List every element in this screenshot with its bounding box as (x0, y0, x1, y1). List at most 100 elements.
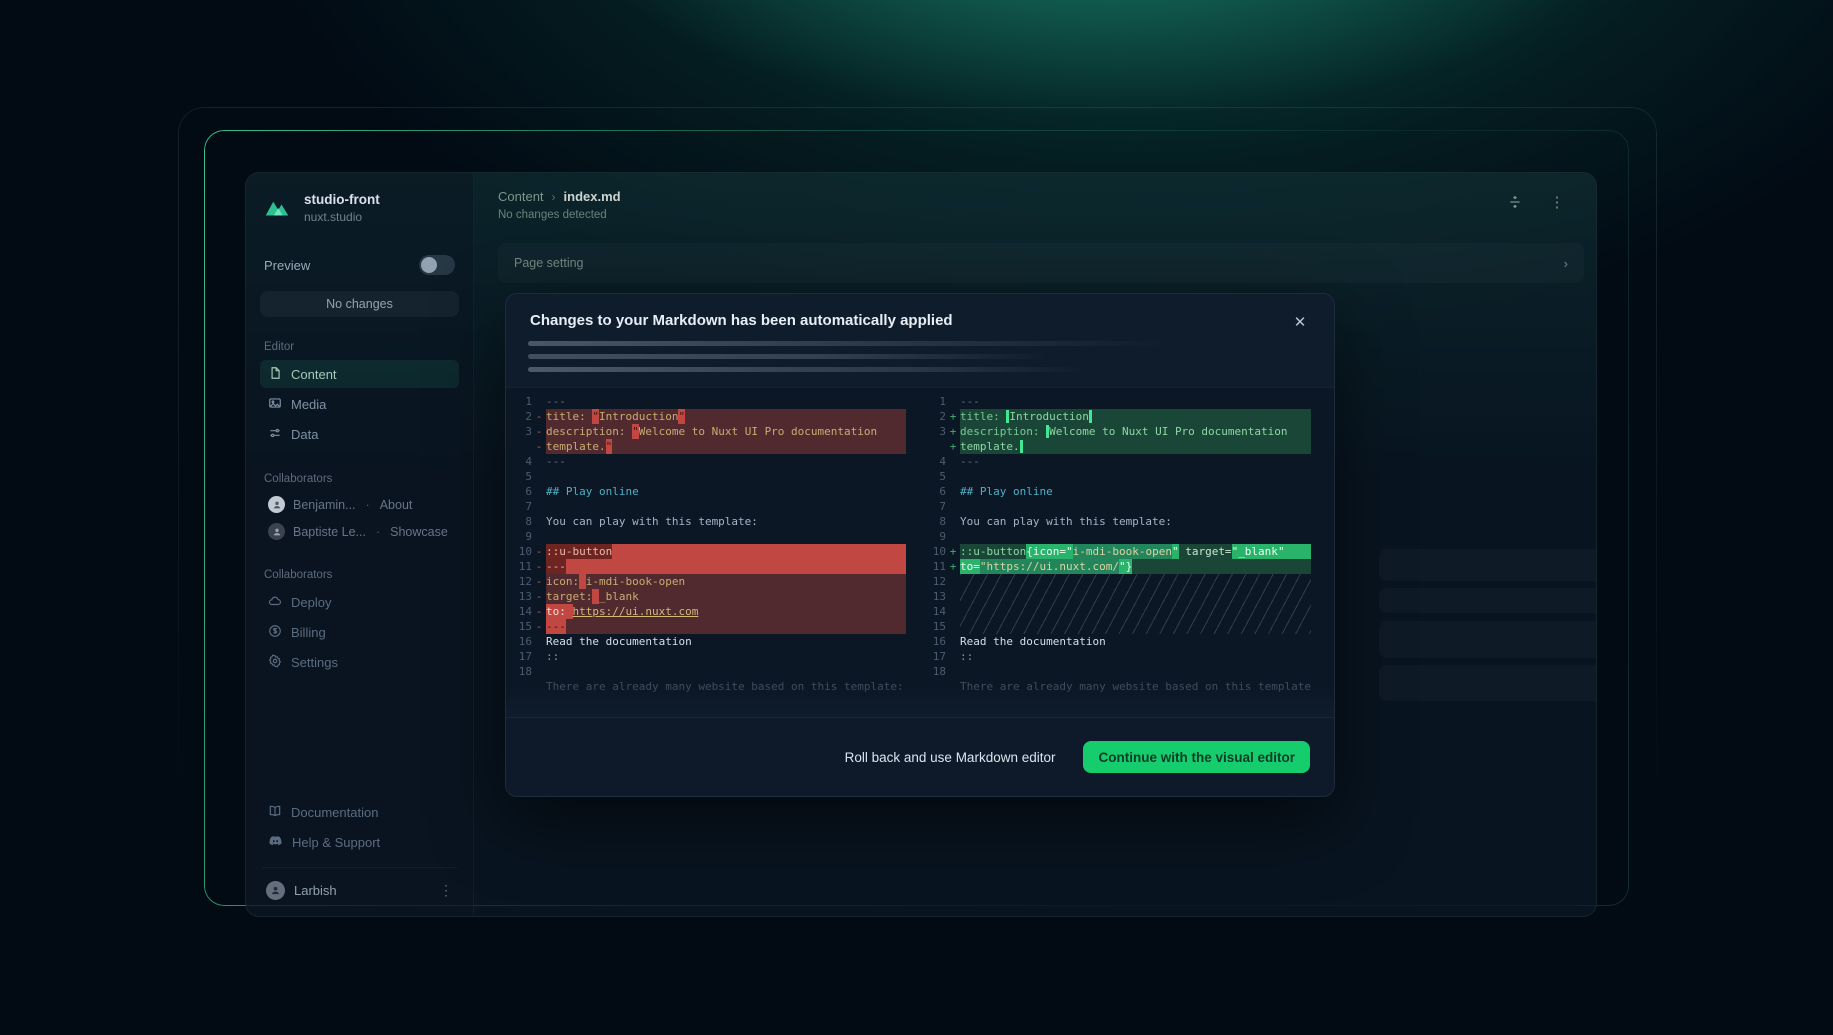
diff-segment: Introduction (1009, 409, 1088, 424)
diff-row: 16Read the documentation (920, 634, 1311, 649)
diff-row: 12131415 (920, 574, 1311, 634)
continue-visual-editor-button[interactable]: Continue with the visual editor (1083, 741, 1310, 773)
diff-segment: i-mdi-book-open (586, 574, 685, 589)
modal-footer: Roll back and use Markdown editor Contin… (506, 717, 1334, 796)
diff-segment: --- (546, 394, 566, 409)
preview-toggle[interactable] (419, 255, 455, 275)
markdown-changes-modal: Changes to your Markdown has been automa… (505, 293, 1335, 797)
breadcrumb-file: index.md (564, 189, 621, 204)
diff-segment: --- (960, 394, 980, 409)
no-changes-button[interactable]: No changes (260, 291, 459, 317)
sidebar-item-media[interactable]: Media (260, 390, 459, 418)
collaborators-section-label: Collaborators (264, 473, 455, 485)
collaborator-row[interactable]: Baptiste Le... · Showcase (260, 518, 459, 545)
diff-segment: {icon= (1026, 544, 1066, 559)
diff-row: 9 (506, 529, 906, 544)
diff-row: -template." (506, 439, 906, 454)
preview-label: Preview (264, 258, 310, 273)
diff-row: 3-description: "Welcome to Nuxt UI Pro d… (506, 424, 906, 439)
collaborator-page: Showcase (390, 525, 448, 539)
gear-icon (268, 654, 282, 671)
diff-row: 11+to="https://ui.nuxt.com/"} (920, 559, 1311, 574)
diff-segment: Read the documentation (960, 634, 1106, 649)
diff-pane-right: 1---2+title: Introduction3+description: … (920, 394, 1334, 694)
project-header[interactable]: studio-front nuxt.studio (260, 191, 459, 225)
change-status: No changes detected (474, 204, 1596, 221)
diff-view: 1---2-title: "Introduction"3-description… (506, 387, 1334, 717)
diff-segment (1285, 544, 1311, 559)
diff-row: 10-::u-button (506, 544, 906, 559)
diff-segment: --- (546, 454, 566, 469)
diff-row: 14-to: https://ui.nuxt.com (506, 604, 906, 619)
collaborator-name: Baptiste Le... (293, 525, 366, 539)
image-icon (268, 396, 282, 413)
diff-row: 6## Play online (920, 484, 1311, 499)
diff-segment (625, 424, 632, 439)
diff-segment: i-mdi-book-open (1073, 544, 1172, 559)
breadcrumb-section[interactable]: Content (498, 189, 544, 204)
diff-row: 6## Play online (506, 484, 906, 499)
screen: studio-front nuxt.studio Preview No chan… (0, 0, 1833, 1035)
sidebar-item-documentation[interactable]: Documentation (260, 798, 459, 826)
background-form-row (1379, 549, 1597, 581)
diff-segment (1020, 440, 1023, 453)
diff-segment: ::u-button (546, 544, 612, 559)
diff-row: 9 (920, 529, 1311, 544)
diff-segment: target: (546, 589, 592, 604)
sidebar-item-content[interactable]: Content (260, 360, 459, 388)
dollar-circle-icon (268, 624, 282, 641)
sidebar-item-label: Billing (291, 625, 326, 640)
diff-segment: description: (960, 424, 1039, 439)
user-menu[interactable]: Larbish ⋮ (260, 876, 459, 904)
diff-segment: " (606, 439, 613, 454)
diff-segment: title: (960, 409, 1000, 424)
skeleton-line (528, 367, 1084, 372)
collapse-icon[interactable] (1506, 193, 1524, 211)
background-form-row (1379, 621, 1597, 658)
sidebar-item-billing[interactable]: Billing (260, 618, 459, 646)
diff-segment: "} (1119, 559, 1132, 574)
user-kebab-icon[interactable]: ⋮ (439, 882, 453, 899)
rollback-button[interactable]: Roll back and use Markdown editor (845, 750, 1056, 765)
collaborator-row[interactable]: Benjamin... · About (260, 491, 459, 518)
close-icon[interactable]: ✕ (1290, 312, 1310, 332)
diff-segment (1039, 424, 1046, 439)
diff-segment: target= (1179, 544, 1232, 559)
skeleton-line (528, 354, 1048, 359)
diff-row: 4--- (920, 454, 1311, 469)
background-form-row (1379, 588, 1597, 613)
diff-row: 10+::u-button{icon="i-mdi-book-open" tar… (920, 544, 1311, 559)
diff-segment: to= (960, 559, 980, 574)
diff-segment: _blank (599, 589, 639, 604)
diff-row: 17:: (920, 649, 1311, 664)
diff-segment: ## Play online (546, 484, 639, 499)
diff-row: 12-icon: i-mdi-book-open (506, 574, 906, 589)
project-section-label: Collaborators (264, 569, 455, 581)
diff-segment: _blank (1238, 544, 1278, 559)
skeleton-line (528, 341, 1168, 346)
diff-segment: :: (546, 649, 559, 664)
diff-row: 15---- (506, 619, 906, 634)
diff-segment: title: (546, 409, 586, 424)
kebab-menu-icon[interactable]: ⋮ (1548, 193, 1566, 211)
diff-segment: description: (546, 424, 625, 439)
diff-row: 16Read the documentation (506, 634, 906, 649)
sidebar-item-deploy[interactable]: Deploy (260, 588, 459, 616)
sidebar-item-data[interactable]: Data (260, 420, 459, 448)
diff-segment: " (1066, 544, 1073, 559)
user-avatar (266, 881, 285, 900)
sidebar-divider (262, 867, 457, 868)
sidebar-item-help-support[interactable]: Help & Support (260, 828, 459, 856)
diff-segment: " (678, 409, 685, 424)
diff-row: 1--- (920, 394, 1311, 409)
diff-segment: " (632, 424, 639, 439)
project-name: studio-front (304, 192, 380, 207)
diff-segment: ## Play online (960, 484, 1053, 499)
diff-row: 7 (920, 499, 1311, 514)
page-setting-label: Page setting (514, 256, 584, 270)
dot-separator: · (376, 525, 380, 539)
sidebar-item-settings[interactable]: Settings (260, 648, 459, 676)
diff-row: 13-target: _blank (506, 589, 906, 604)
page-setting-row[interactable]: Page setting › (498, 243, 1584, 283)
diff-segment: https://ui.nuxt.com (573, 604, 699, 619)
